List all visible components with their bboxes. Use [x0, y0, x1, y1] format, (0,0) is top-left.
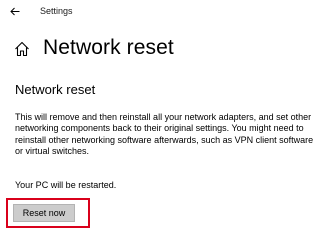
description-text: This will remove and then reinstall all …	[15, 112, 314, 157]
back-button[interactable]	[6, 3, 24, 19]
page-header: Network reset	[0, 34, 320, 64]
section-title: Network reset	[15, 82, 96, 97]
settings-window: Settings Network reset Network reset Thi…	[0, 0, 320, 241]
title-bar: Settings	[0, 0, 320, 22]
page-title: Network reset	[43, 36, 174, 59]
home-icon	[15, 41, 29, 57]
restart-note: Your PC will be restarted.	[15, 180, 117, 190]
back-arrow-icon	[10, 7, 20, 15]
app-title: Settings	[40, 6, 73, 16]
reset-now-button[interactable]: Reset now	[13, 204, 75, 222]
